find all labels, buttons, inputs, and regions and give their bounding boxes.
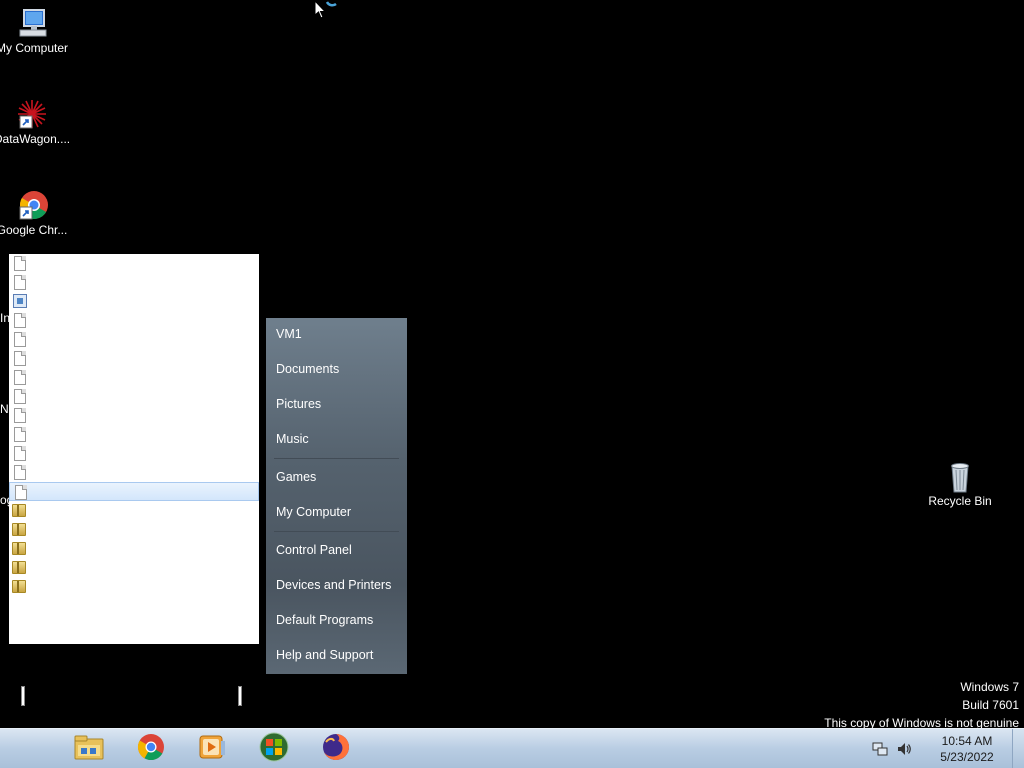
program-item[interactable] <box>9 425 259 444</box>
document-icon <box>14 408 26 423</box>
desktop-icon-datawagon[interactable]: DataWagon.... <box>0 98 72 146</box>
desktop-icon-label: DataWagon.... <box>0 132 71 146</box>
chrome-icon <box>136 732 166 767</box>
taskbar-media-player-button[interactable] <box>187 731 237 767</box>
program-item[interactable] <box>9 273 259 292</box>
start-default-programs-link[interactable]: Default Programs <box>276 613 373 627</box>
desktop-icon-recycle-bin[interactable]: Recycle Bin <box>920 462 1000 508</box>
program-folder[interactable] <box>9 577 259 596</box>
chrome-icon <box>16 189 48 221</box>
start-pictures-link[interactable]: Pictures <box>276 397 321 411</box>
datawagon-icon <box>16 98 48 130</box>
program-folder[interactable] <box>9 520 259 539</box>
media-player-icon <box>197 733 227 766</box>
start-computer-link[interactable]: My Computer <box>276 505 351 519</box>
program-item[interactable] <box>9 311 259 330</box>
program-folder[interactable] <box>9 558 259 577</box>
start-menu-separator <box>274 531 399 532</box>
program-item[interactable] <box>9 292 259 311</box>
document-icon <box>14 275 26 290</box>
document-icon <box>14 370 26 385</box>
folder-icon <box>12 504 26 517</box>
document-icon <box>14 313 26 328</box>
desktop-icon-label: Google Chr... <box>0 223 68 237</box>
taskbar-chrome-button[interactable] <box>126 731 176 767</box>
search-box-left-edge[interactable] <box>21 686 25 706</box>
program-item-selected[interactable] <box>9 482 259 501</box>
watermark-os: Windows 7 <box>960 680 1019 694</box>
start-help-link[interactable]: Help and Support <box>276 648 373 662</box>
computer-icon <box>16 7 48 39</box>
start-menu-programs-pane <box>9 254 259 644</box>
document-icon <box>14 351 26 366</box>
clock-time: 10:54 AM <box>941 734 993 748</box>
show-desktop-button[interactable] <box>1012 729 1024 768</box>
folder-icon <box>12 523 26 536</box>
taskbar-explorer-button[interactable] <box>64 731 114 767</box>
taskbar: 10:54 AM 5/23/2022 <box>0 728 1024 768</box>
start-games-link[interactable]: Games <box>276 470 316 484</box>
windows-update-icon <box>258 731 290 768</box>
program-item[interactable] <box>9 254 259 273</box>
taskbar-firefox-button[interactable] <box>311 731 361 767</box>
image-icon <box>13 294 27 308</box>
clock-date: 5/23/2022 <box>940 750 994 764</box>
folder-icon <box>12 542 26 555</box>
start-control-panel-link[interactable]: Control Panel <box>276 543 352 557</box>
taskbar-clock[interactable]: 10:54 AM 5/23/2022 <box>932 733 1002 765</box>
document-icon <box>14 332 26 347</box>
program-folder[interactable] <box>9 501 259 520</box>
watermark-build: Build 7601 <box>962 698 1019 712</box>
document-icon <box>14 256 26 271</box>
document-icon <box>14 446 26 461</box>
start-menu-places-pane: VM1 Documents Pictures Music Games My Co… <box>266 318 407 674</box>
explorer-icon <box>73 733 105 766</box>
firefox-icon <box>321 732 351 767</box>
document-icon <box>14 465 26 480</box>
recycle-bin-label: Recycle Bin <box>928 494 992 508</box>
program-item[interactable] <box>9 444 259 463</box>
start-menu-separator <box>274 458 399 459</box>
search-box-right-edge[interactable] <box>238 686 242 706</box>
volume-icon[interactable] <box>896 741 912 760</box>
start-music-link[interactable]: Music <box>276 432 309 446</box>
program-item[interactable] <box>9 387 259 406</box>
desktop-icon-my-computer[interactable]: My Computer <box>0 7 72 55</box>
document-icon <box>14 427 26 442</box>
windows-watermark: Windows 7 Build 7601 This copy of Window… <box>824 678 1019 732</box>
program-item[interactable] <box>9 368 259 387</box>
start-devices-link[interactable]: Devices and Printers <box>276 578 391 592</box>
program-item[interactable] <box>9 349 259 368</box>
desktop-icon-label: My Computer <box>0 41 69 55</box>
mouse-cursor <box>314 0 338 25</box>
program-folder[interactable] <box>9 539 259 558</box>
network-icon[interactable] <box>872 741 888 760</box>
document-icon <box>15 485 27 500</box>
taskbar-windows-update-button[interactable] <box>249 731 299 767</box>
desktop-icon-google-chrome[interactable]: Google Chr... <box>0 189 72 237</box>
start-documents-link[interactable]: Documents <box>276 362 339 376</box>
folder-icon <box>12 580 26 593</box>
system-tray: 10:54 AM 5/23/2022 <box>872 729 1002 768</box>
recycle-bin-icon <box>944 462 976 494</box>
folder-icon <box>12 561 26 574</box>
program-item[interactable] <box>9 330 259 349</box>
program-item[interactable] <box>9 406 259 425</box>
program-item[interactable] <box>9 463 259 482</box>
start-user-link[interactable]: VM1 <box>276 327 302 341</box>
document-icon <box>14 389 26 404</box>
